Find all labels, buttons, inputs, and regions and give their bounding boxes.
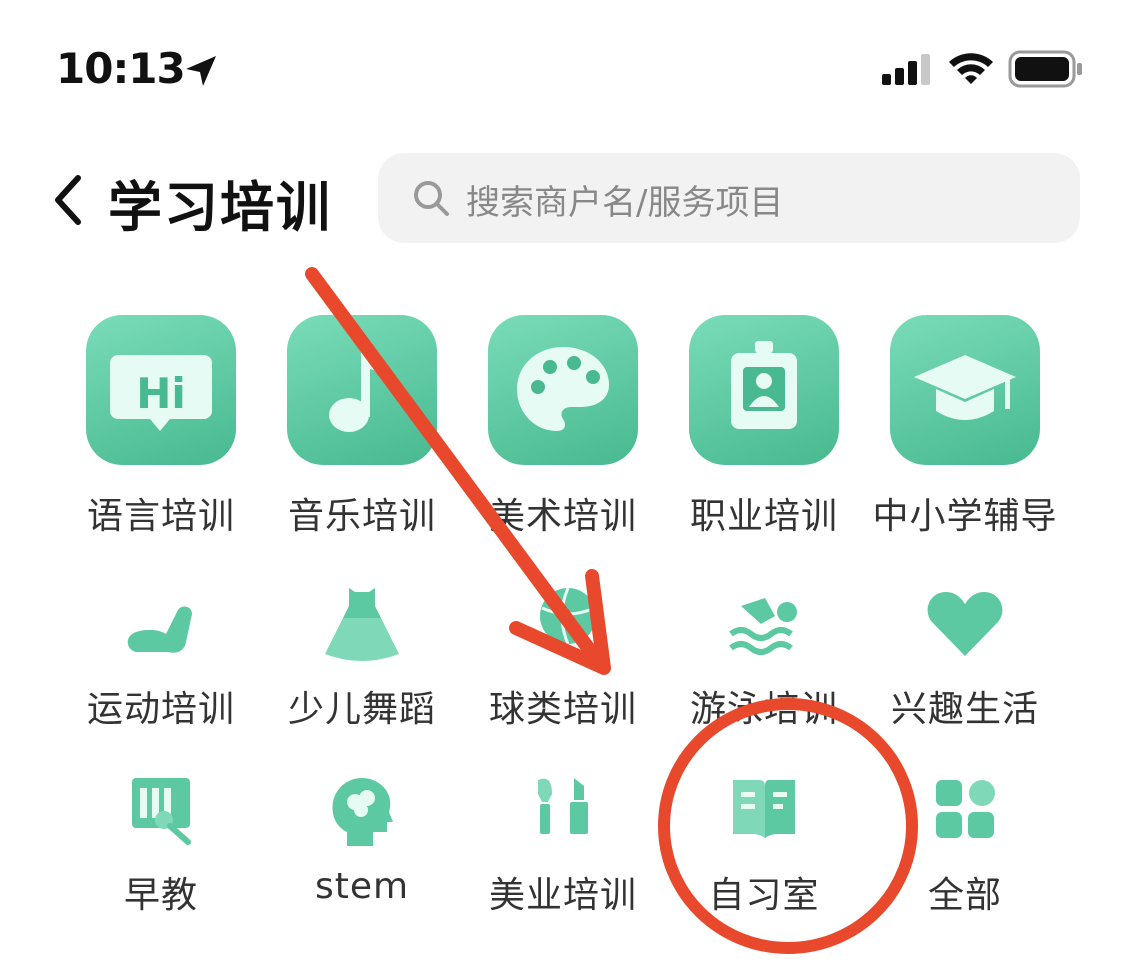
category-label: 少儿舞蹈 [287, 689, 436, 730]
swimmer-icon [719, 580, 809, 670]
category-label: stem [314, 866, 410, 907]
toy-icon [116, 766, 206, 856]
category-sports-training[interactable]: 运动培训 [66, 580, 256, 732]
category-early-education[interactable]: 早教 [66, 766, 256, 918]
battery-icon [1008, 50, 1082, 88]
heart-icon [920, 580, 1010, 670]
status-time: 10:13 [56, 44, 186, 93]
location-arrow-icon [186, 56, 216, 86]
search-icon [414, 181, 449, 216]
category-beauty-training[interactable]: 美业培训 [468, 766, 658, 918]
svg-text:Hi: Hi [136, 369, 186, 418]
category-label: 中小学辅导 [872, 496, 1058, 537]
hi-speech-bubble-icon: Hi [86, 315, 236, 465]
ball-icon [518, 580, 608, 670]
search-placeholder: 搜索商户名/服务项目 [466, 183, 784, 223]
category-label: 早教 [123, 875, 198, 916]
makeup-icon [518, 766, 608, 856]
category-music-training[interactable]: 音乐培训 [267, 315, 457, 539]
category-label: 音乐培训 [287, 496, 436, 537]
open-book-icon [719, 766, 809, 856]
category-label: 自习室 [708, 875, 820, 916]
graduation-cap-icon [890, 315, 1040, 465]
palette-icon [488, 315, 638, 465]
category-label: 游泳培训 [689, 689, 838, 730]
search-input[interactable]: 搜索商户名/服务项目 [378, 153, 1080, 243]
brain-head-icon [317, 766, 407, 856]
category-vocational-training[interactable]: 职业培训 [669, 315, 859, 539]
category-label: 球类培训 [488, 689, 637, 730]
category-label: 美术培训 [488, 496, 637, 537]
wifi-icon [949, 53, 993, 84]
category-label: 兴趣生活 [890, 689, 1039, 730]
category-ball-training[interactable]: 球类培训 [468, 580, 658, 732]
cellular-signal-icon [882, 54, 930, 85]
category-label: 运动培训 [86, 689, 235, 730]
category-label: 美业培训 [488, 875, 637, 916]
category-study-room[interactable]: 自习室 [669, 766, 859, 918]
dress-icon [317, 580, 407, 670]
page-title: 学习培训 [108, 176, 332, 239]
music-note-icon [287, 315, 437, 465]
category-kids-dance[interactable]: 少儿舞蹈 [267, 580, 457, 732]
category-label: 职业培训 [689, 496, 838, 537]
category-label: 全部 [927, 875, 1002, 916]
category-hobbies-life[interactable]: 兴趣生活 [870, 580, 1060, 732]
back-button[interactable] [44, 168, 100, 232]
category-k12-tutoring[interactable]: 中小学辅导 [870, 315, 1060, 539]
category-all[interactable]: 全部 [870, 766, 1060, 918]
category-art-training[interactable]: 美术培训 [468, 315, 658, 539]
flexed-arm-icon [116, 580, 206, 670]
category-language-training[interactable]: Hi 语言培训 [66, 315, 256, 539]
category-label: 语言培训 [86, 496, 235, 537]
grid-all-icon [920, 766, 1010, 856]
id-badge-icon [689, 315, 839, 465]
status-bar: 10:13 [0, 0, 1125, 130]
category-stem[interactable]: stem [267, 766, 457, 907]
category-swimming-training[interactable]: 游泳培训 [669, 580, 859, 732]
